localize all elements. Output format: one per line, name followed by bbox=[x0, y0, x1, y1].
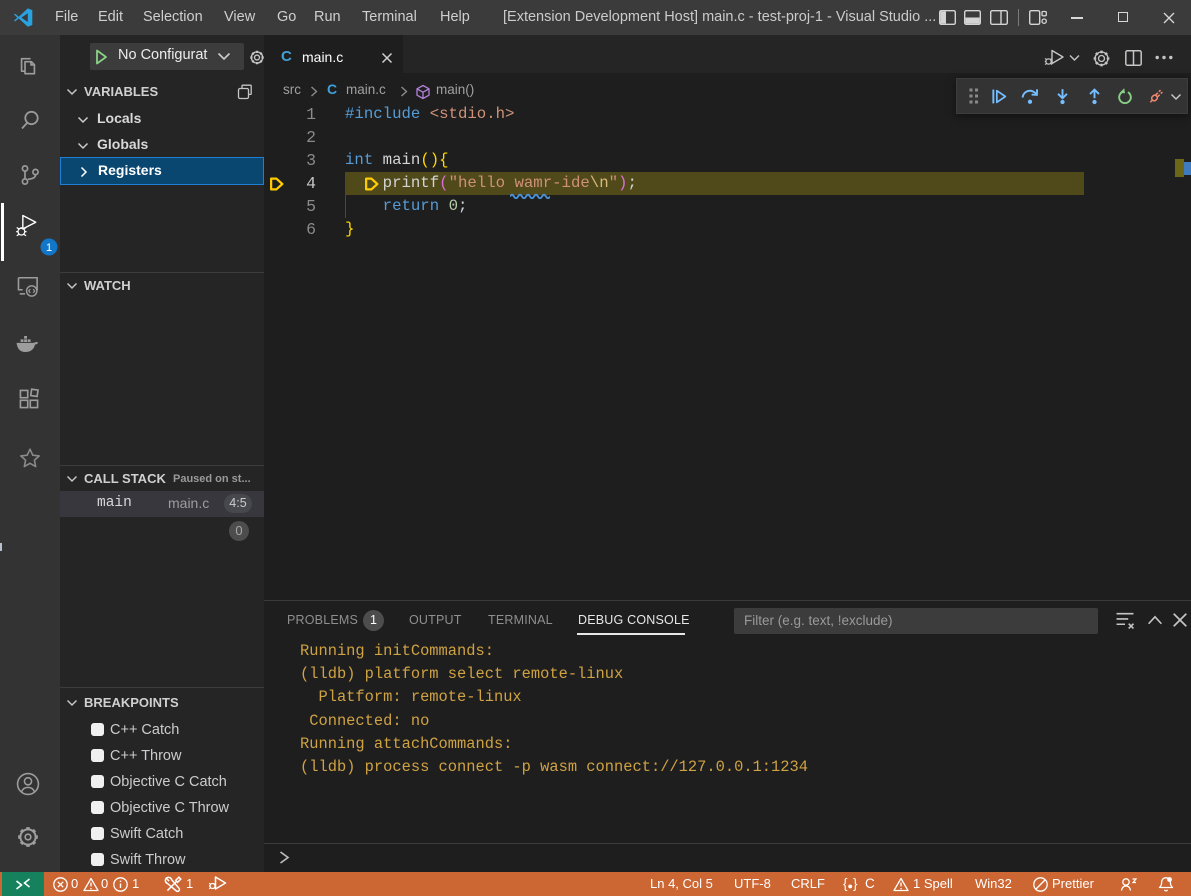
svg-text:1: 1 bbox=[46, 242, 52, 254]
